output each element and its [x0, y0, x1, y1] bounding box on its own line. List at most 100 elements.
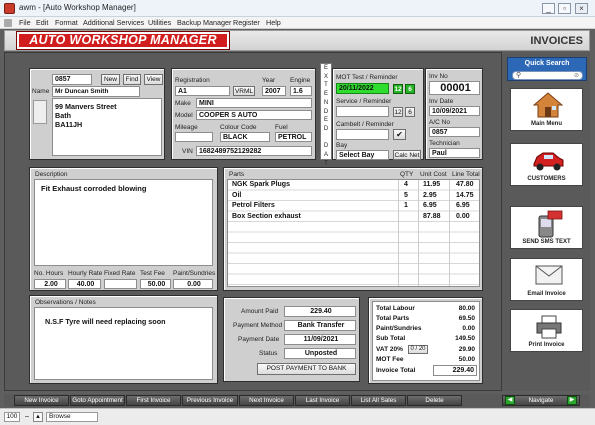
extended-data-tab[interactable]: E X T E N D E D D A T [320, 63, 332, 167]
status-label: Status [259, 350, 278, 357]
table-row[interactable]: Petrol Filters 1 6.95 6.95 [228, 201, 479, 211]
totals-panel: Total Labour 80.00 Total Parts 69.50 Pai… [368, 297, 483, 384]
mot-extra-button[interactable]: 6 [405, 84, 415, 94]
bay-select[interactable]: Select Bay [336, 150, 389, 160]
service-date-field[interactable] [336, 106, 389, 117]
mot-months-button[interactable]: 12 [393, 84, 403, 94]
fuel-field[interactable]: PETROL [275, 132, 312, 142]
table-row[interactable]: NGK Spark Plugs 4 11.95 47.80 [228, 180, 479, 190]
vin-field[interactable]: 1682489752129282 [196, 146, 312, 156]
menu-backup-manager[interactable]: Backup Manager [177, 18, 231, 27]
quick-search-input[interactable]: ⚲ ⊘ [512, 71, 583, 80]
zoom-out-icon[interactable]: – [22, 412, 32, 422]
customers-button[interactable]: CUSTOMERS [510, 143, 583, 186]
parts-table[interactable]: NGK Spark Plugs 4 11.95 47.80 Oil 5 2.95… [227, 179, 480, 287]
list-all-sales-button[interactable]: List All Sales [351, 395, 406, 406]
menu-file[interactable]: File [19, 18, 31, 27]
menu-help[interactable]: Help [266, 18, 281, 27]
first-invoice-button[interactable]: First Invoice [126, 395, 181, 406]
mode-select[interactable]: Browse [46, 412, 98, 422]
payment-method-select[interactable]: Bank Transfer [284, 320, 356, 331]
table-row[interactable]: Oil 5 2.95 14.75 [228, 191, 479, 201]
fixed-rate-field[interactable] [104, 279, 137, 289]
menu-additional-services[interactable]: Additional Services [83, 18, 144, 27]
parts-header: Parts [229, 171, 245, 178]
menu-utilities[interactable]: Utilities [148, 18, 171, 27]
new-invoice-button[interactable]: New Invoice [14, 395, 69, 406]
paint-sundries-field[interactable]: 0.00 [173, 279, 213, 289]
account-number-select[interactable]: 0857 [52, 74, 92, 85]
navigate-next-icon[interactable]: ▶ [567, 396, 577, 405]
cambelt-date-field[interactable] [336, 129, 389, 140]
print-invoice-button[interactable]: Print Invoice [510, 309, 583, 352]
invoice-date-field[interactable]: 10/09/2021 [429, 106, 480, 116]
post-payment-button[interactable]: POST PAYMENT TO BANK [257, 363, 356, 375]
paint-sundries-total-value: 0.00 [462, 325, 475, 332]
email-invoice-button[interactable]: Email Invoice [510, 258, 583, 301]
view-customer-button[interactable]: View [144, 74, 163, 85]
hours-field[interactable]: 2.00 [34, 279, 66, 289]
technician-select[interactable]: Paul [429, 148, 480, 158]
account-number-field[interactable]: 0857 [429, 127, 480, 137]
amount-paid-field[interactable]: 229.40 [284, 306, 356, 317]
make-select[interactable]: MINI [196, 98, 312, 108]
cambelt-checkbox[interactable]: ✔ [393, 129, 406, 140]
year-label: Year [262, 77, 276, 84]
minimize-button[interactable]: _ [542, 3, 555, 14]
menu-edit[interactable]: Edit [36, 18, 48, 27]
model-select[interactable]: COOPER S AUTO [196, 110, 312, 120]
total-labour-label: Total Labour [376, 305, 415, 312]
new-customer-button[interactable]: New [101, 74, 120, 85]
paint-sundries-total-label: Paint/Sundries [376, 325, 422, 332]
vrml-button[interactable]: VRML [233, 86, 255, 96]
zoom-level[interactable]: 100 [4, 412, 20, 422]
model-label: Model [175, 112, 193, 119]
ext-letter [321, 134, 331, 143]
registration-select[interactable]: A1 [175, 86, 230, 96]
goto-appointment-button[interactable]: Goto Appointment [70, 395, 125, 406]
invoice-number-field[interactable]: 00001 [429, 81, 480, 95]
address-box[interactable]: 99 Manvers Street Bath BA11JH [52, 98, 162, 156]
next-invoice-button[interactable]: Next Invoice [239, 395, 294, 406]
service-extra-button[interactable]: 6 [405, 107, 415, 117]
last-invoice-button[interactable]: Last Invoice [295, 395, 350, 406]
ext-letter: D [323, 125, 329, 132]
document-icon[interactable] [4, 19, 12, 27]
engine-field[interactable]: 1.6 [290, 86, 312, 96]
quick-search-panel: Quick Search ⚲ ⊘ [507, 57, 587, 81]
description-textarea[interactable]: Fit Exhaust corroded blowing [34, 179, 213, 266]
previous-invoice-button[interactable]: Previous Invoice [182, 395, 238, 406]
vat-value: 29.90 [458, 346, 475, 353]
maximize-button[interactable]: ▫ [558, 3, 571, 14]
main-menu-button[interactable]: Main Menu [510, 88, 583, 131]
menubar: File Edit Format Additional Services Uti… [0, 17, 595, 29]
total-parts-value: 69.50 [458, 315, 475, 322]
mot-date-field[interactable]: 20/11/2022 [336, 83, 389, 94]
test-fee-field[interactable]: 50.00 [140, 279, 171, 289]
payment-date-field[interactable]: 11/09/2021 [284, 334, 356, 345]
clear-icon[interactable]: ⊘ [574, 72, 579, 79]
part-unit-cost: 2.95 [423, 191, 437, 199]
ext-letter: D [323, 143, 329, 150]
send-sms-button[interactable]: SEND SMS TEXT [510, 206, 583, 249]
hourly-rate-field[interactable]: 40.00 [68, 279, 101, 289]
service-months-button[interactable]: 12 [393, 107, 403, 117]
app-icon [4, 3, 15, 14]
colour-code-field[interactable]: BLACK [220, 132, 270, 142]
mileage-field[interactable] [175, 132, 213, 142]
close-button[interactable]: × [575, 3, 588, 14]
main-menu-label: Main Menu [531, 121, 562, 127]
vat-toggle-button[interactable]: 0 / 20 [408, 345, 428, 354]
menu-register[interactable]: Register [233, 18, 260, 27]
name-label: Name [32, 88, 50, 95]
table-row[interactable]: Box Section exhaust 87.88 0.00 [228, 212, 479, 222]
delete-button[interactable]: Delete [407, 395, 462, 406]
calc-net-button[interactable]: Calc Net [393, 150, 421, 160]
mot-fee-value: 50.00 [458, 356, 475, 363]
menu-format[interactable]: Format [55, 18, 78, 27]
total-labour-value: 80.00 [458, 305, 475, 312]
customer-name-field[interactable]: Mr Duncan Smith [52, 86, 140, 97]
zoom-in-icon[interactable]: ▲ [33, 412, 43, 422]
find-customer-button[interactable]: Find [123, 74, 141, 85]
year-field[interactable]: 2007 [262, 86, 286, 96]
